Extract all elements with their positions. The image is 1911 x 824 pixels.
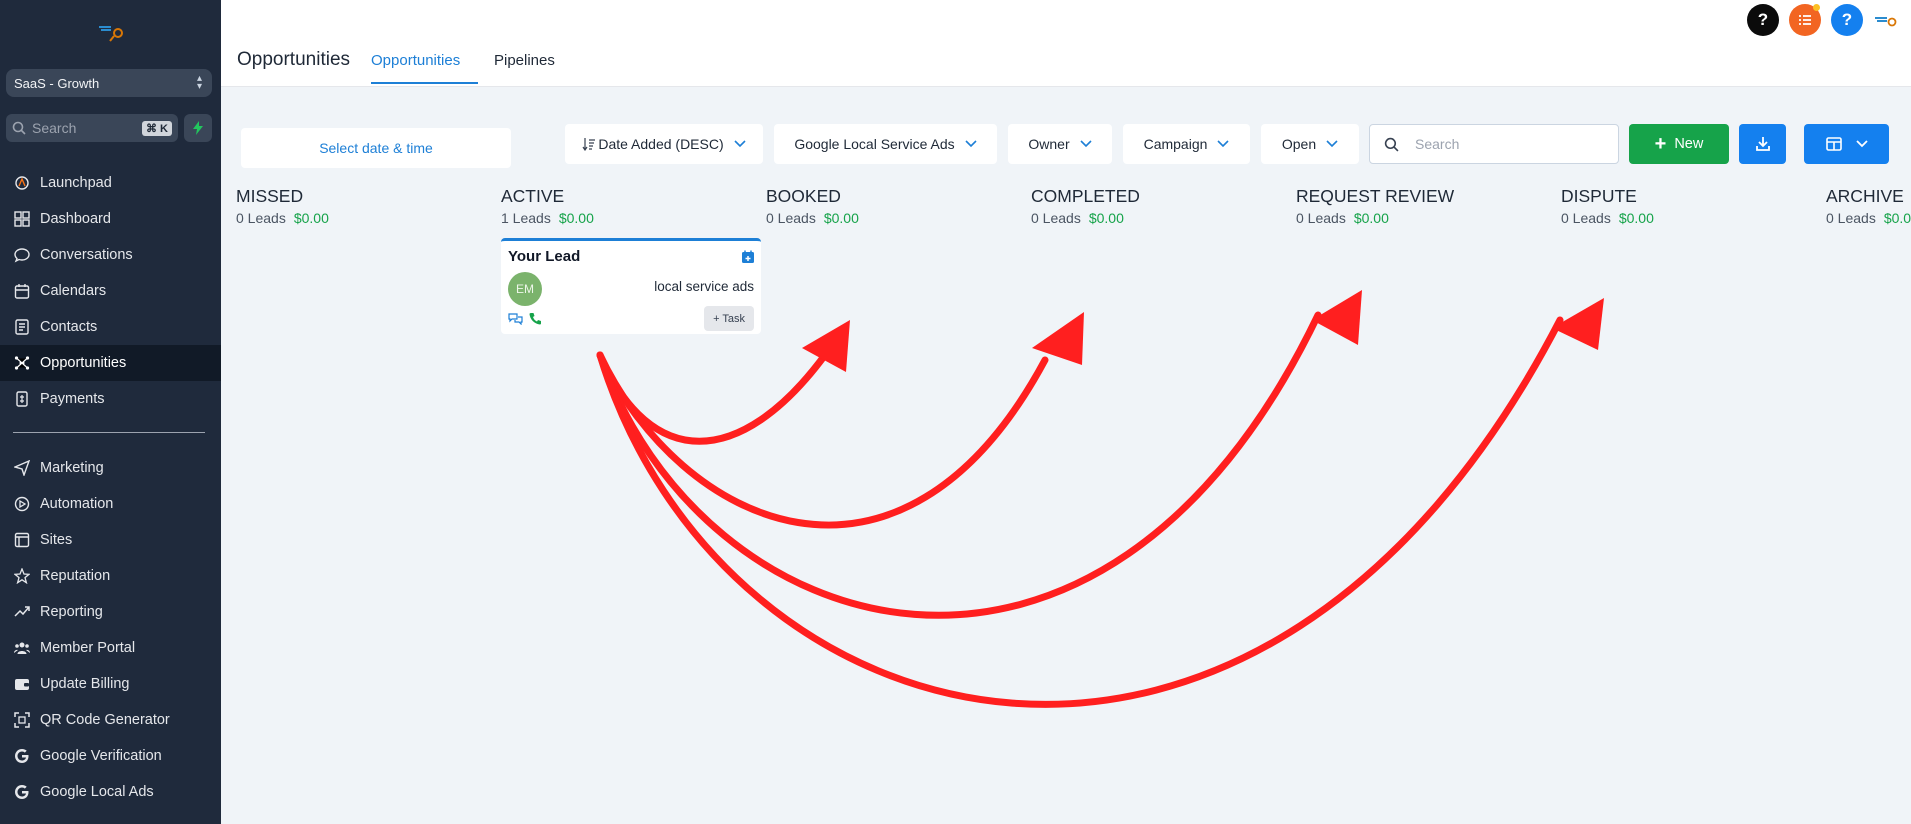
arrowhead-completed [1032, 312, 1084, 365]
annotation-arrows [596, 290, 1604, 708]
arrowhead-request-review [1312, 290, 1362, 345]
annotation-arrow-request-review [596, 311, 1322, 619]
arrowhead-booked [802, 320, 850, 372]
annotation-arrow-dispute [596, 316, 1564, 708]
arrowhead-dispute [1552, 298, 1604, 350]
